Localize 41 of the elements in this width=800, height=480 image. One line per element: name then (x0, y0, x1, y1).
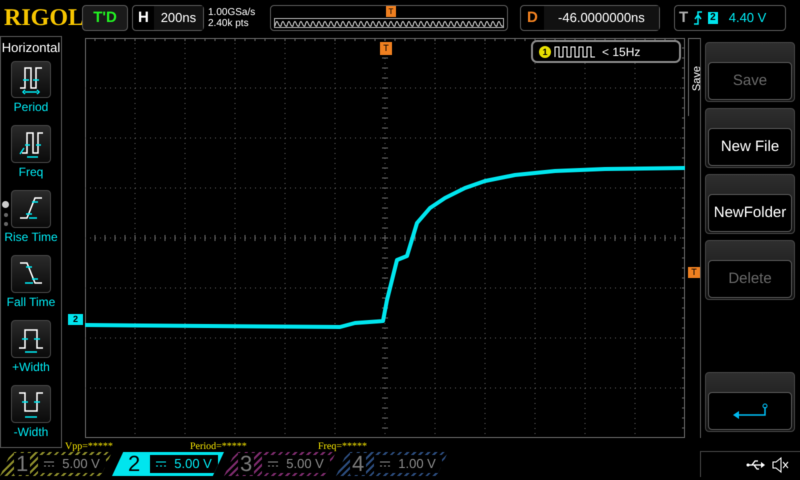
trigger-level: 4.40 V (728, 9, 766, 28)
counter-reading: < 15Hz (602, 44, 640, 60)
measure-label: Rise Time (4, 229, 58, 246)
trigger-position-marker: T (380, 42, 392, 55)
measure-label: Fall Time (6, 294, 56, 312)
channel-number: 1 (14, 453, 30, 475)
measure-label: -Width (14, 424, 48, 442)
delay-value: -46.0000000ns (544, 6, 659, 30)
menu-title: Save (690, 66, 704, 92)
channel-tab[interactable]: 3 5.00 V (224, 452, 336, 476)
menu-button[interactable]: New File (708, 128, 792, 166)
trigger-level-marker: T (688, 267, 700, 278)
counter-channel: 1 (539, 46, 551, 58)
channel-tab[interactable]: 1 5.00 V (0, 452, 112, 476)
channel-scale: 1.00 V (398, 455, 436, 474)
channel-scale: 5.00 V (62, 455, 100, 474)
channel-tab[interactable]: 4 1.00 V (336, 452, 448, 476)
memory-depth: 2.40k pts (208, 18, 250, 29)
channel-number: 3 (238, 453, 254, 475)
trigger-marker: T (386, 6, 396, 17)
channel-number: 2 (127, 453, 142, 475)
channel-number: 4 (350, 453, 366, 475)
trigger-source: 2 (708, 12, 718, 24)
channel-marker: 2 (68, 314, 83, 325)
timebase-value: 200ns (154, 6, 203, 30)
timebase-label: H (137, 8, 150, 28)
trigger-label: T (679, 8, 688, 28)
sample-rate: 1.00GSa/s (208, 7, 256, 18)
menu-button[interactable]: NewFolder (708, 194, 792, 232)
channel-tab[interactable]: 2 5.00 V (112, 452, 224, 476)
measurement-readout: Period=***** (190, 440, 247, 454)
measurement-readout: Vpp=***** (65, 440, 113, 454)
measure-label: +Width (12, 359, 50, 376)
channel-scale: 5.00 V (174, 455, 212, 474)
measure-label: Freq (18, 164, 44, 182)
measure-label: Period (14, 99, 48, 116)
run-status: T'D (82, 5, 128, 31)
panel-title: Horizontal (2, 39, 60, 57)
delay-label: D (526, 8, 539, 28)
channel-scale: 5.00 V (286, 455, 324, 474)
measurement-readout: Freq=***** (318, 440, 367, 454)
